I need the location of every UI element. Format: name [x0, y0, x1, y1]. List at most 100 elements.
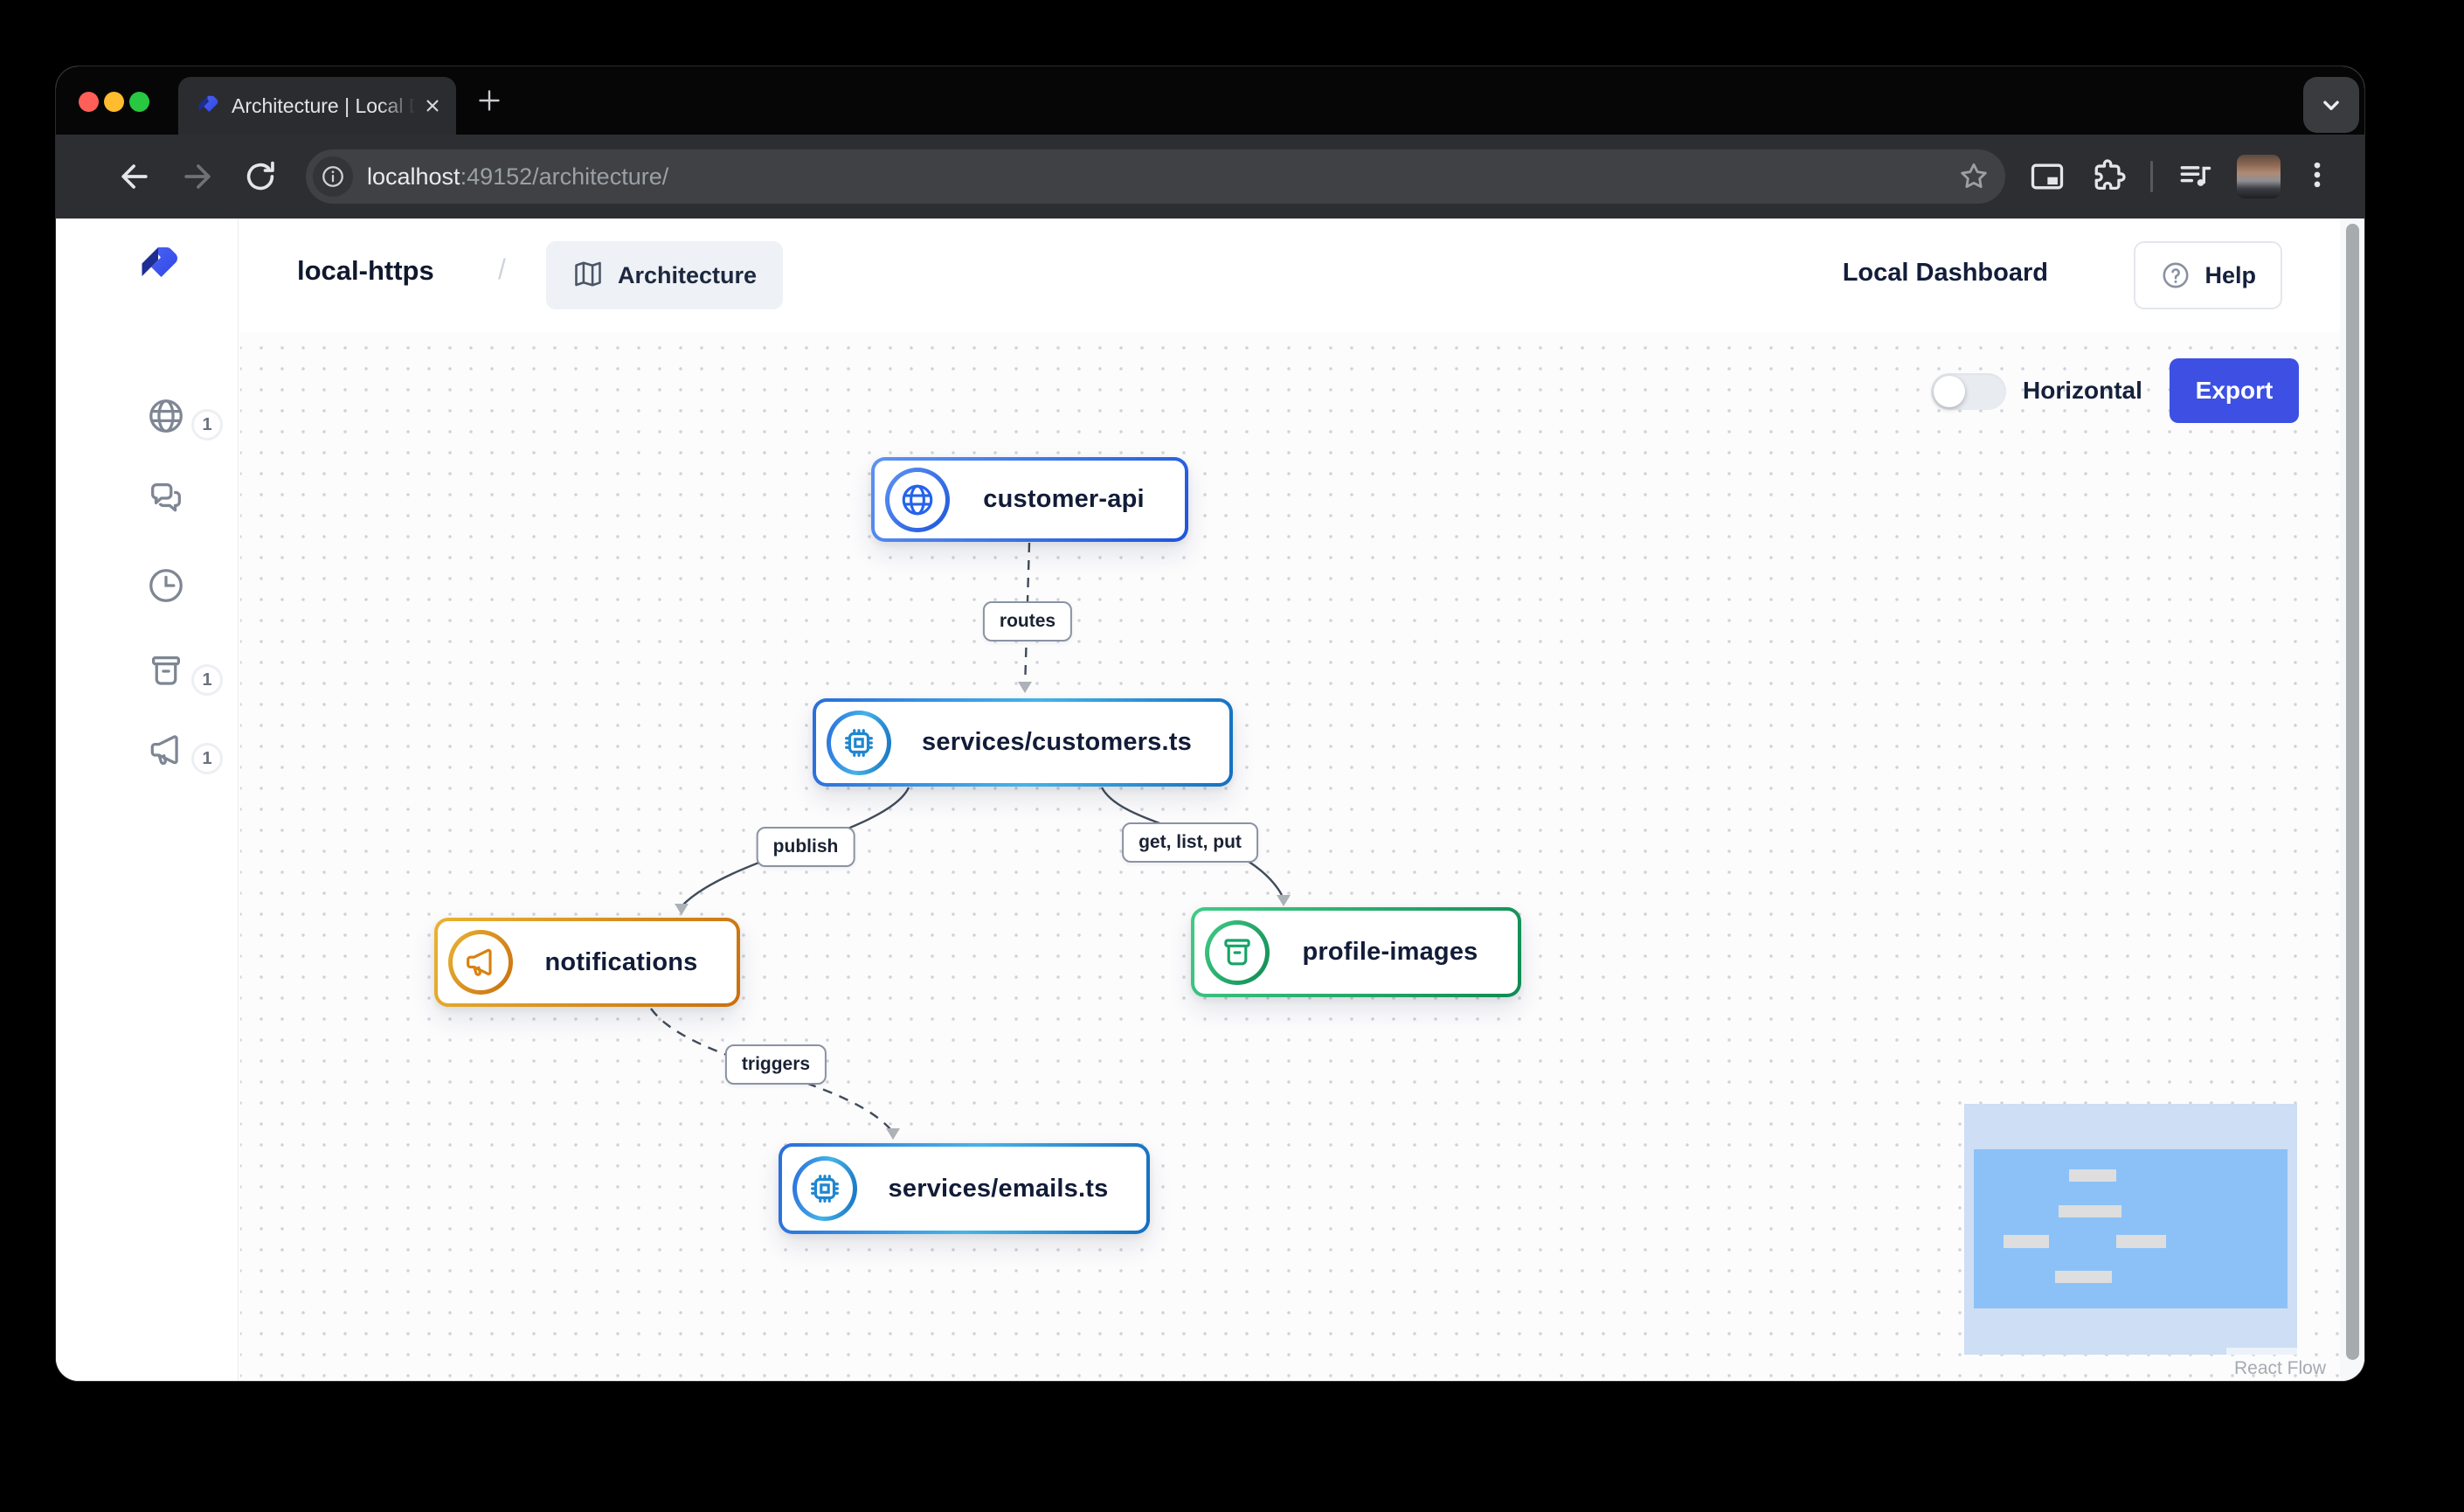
arrowhead [1277, 895, 1291, 906]
chip-icon [827, 711, 891, 775]
help-button-label: Help [2204, 262, 2256, 289]
dashboard-title: Local Dashboard [1843, 259, 2048, 288]
back-button[interactable] [115, 157, 154, 196]
media-controls-button[interactable] [2176, 157, 2214, 196]
minimap-node [2116, 1235, 2166, 1248]
bucket-icon [1205, 920, 1270, 985]
question-mark-icon [2160, 260, 2191, 291]
tab-close-icon[interactable] [421, 94, 444, 117]
node-services-customers[interactable]: services/customers.ts [813, 698, 1233, 787]
tab-bar: Architecture | Local Dashboard [56, 66, 2364, 135]
new-tab-button[interactable] [474, 85, 505, 116]
edge-label-get-list-put: get, list, put [1122, 822, 1258, 863]
toolbar-separator [2150, 161, 2153, 192]
edge-label-triggers: triggers [725, 1044, 827, 1085]
arrowhead [675, 904, 689, 915]
arrowhead [1018, 682, 1032, 693]
minimap[interactable] [1964, 1104, 2297, 1355]
clock-icon [146, 565, 186, 606]
reload-icon [241, 157, 280, 196]
page-scrollbar[interactable] [2340, 218, 2364, 1381]
puzzle-icon [2089, 157, 2128, 196]
site-info-button[interactable] [313, 156, 353, 197]
browser-menu-button[interactable] [2300, 157, 2335, 196]
window-minimize-button[interactable] [104, 92, 124, 112]
help-button[interactable]: Help [2134, 241, 2282, 309]
minimap-node [2004, 1235, 2049, 1248]
browser-window: Architecture | Local Dashboard [56, 66, 2364, 1381]
url-host: localhost [367, 163, 460, 190]
node-customer-api[interactable]: customer-api [871, 457, 1188, 542]
chevron-down-icon [2316, 90, 2346, 120]
node-label: profile-images [1270, 938, 1518, 967]
architecture-nav-label: Architecture [618, 262, 757, 289]
minimap-node [2055, 1271, 2112, 1283]
node-notifications[interactable]: notifications [434, 918, 740, 1007]
minimap-viewport[interactable] [1974, 1149, 2288, 1308]
architecture-nav-button[interactable]: Architecture [546, 241, 783, 309]
sidebar-badge: 1 [191, 409, 223, 440]
globe-icon [885, 468, 950, 532]
browser-toolbar: localhost:49152/architecture/ [56, 135, 2364, 218]
three-dot-menu-icon [2300, 157, 2335, 192]
react-flow-attribution: React Flow [2234, 1358, 2326, 1379]
page-content: local-https / Architecture Local Dashboa… [56, 218, 2364, 1381]
picture-in-picture-button[interactable] [2028, 157, 2066, 196]
node-label: customer-api [950, 485, 1185, 514]
forward-button[interactable] [178, 157, 217, 196]
megaphone-icon [448, 930, 513, 995]
edge-label-routes: routes [983, 601, 1072, 642]
url-text[interactable]: localhost:49152/architecture/ [367, 163, 1956, 191]
horizontal-toggle[interactable] [1931, 373, 2006, 410]
left-sidebar: 1 1 1 [56, 218, 239, 1381]
architecture-canvas[interactable]: routes publish get, list, put triggers c… [240, 332, 2340, 1381]
forward-arrow-icon [178, 157, 217, 196]
encore-favicon [194, 93, 220, 119]
tab-search-button[interactable] [2303, 77, 2359, 133]
project-name: local-https [297, 255, 434, 287]
bucket-icon [146, 651, 186, 691]
sidebar-item-storage[interactable]: 1 [146, 651, 186, 691]
sidebar-item-pubsub[interactable]: 1 [146, 730, 186, 770]
encore-logo[interactable] [133, 241, 182, 290]
minimap-overlay [2226, 1348, 2297, 1355]
info-icon [320, 163, 346, 190]
chip-icon [792, 1156, 857, 1221]
edge-label-publish: publish [757, 827, 855, 867]
sidebar-item-requests[interactable] [146, 478, 186, 518]
node-services-emails[interactable]: services/emails.ts [779, 1143, 1150, 1234]
sidebar-badge: 1 [191, 743, 223, 774]
address-bar[interactable]: localhost:49152/architecture/ [306, 149, 2005, 204]
url-path: :49152/architecture/ [460, 163, 669, 190]
tab-title: Architecture | Local Dashboard [232, 94, 421, 118]
picture-in-picture-icon [2028, 157, 2066, 196]
profile-avatar[interactable] [2237, 155, 2281, 198]
window-zoom-button[interactable] [129, 92, 149, 112]
map-icon [572, 260, 604, 291]
globe-icon [146, 396, 186, 436]
arrowhead [886, 1128, 900, 1140]
export-button[interactable]: Export [2170, 358, 2299, 423]
horizontal-toggle-label: Horizontal [2023, 377, 2142, 405]
playlist-music-icon [2176, 157, 2214, 196]
minimap-node [2059, 1205, 2121, 1217]
node-profile-images[interactable]: profile-images [1191, 907, 1521, 997]
minimap-node [2069, 1169, 2116, 1182]
browser-tab[interactable]: Architecture | Local Dashboard [178, 77, 456, 135]
app-header: local-https / Architecture Local Dashboa… [56, 218, 2340, 332]
node-label: notifications [513, 948, 737, 977]
sidebar-item-traces[interactable] [146, 565, 186, 606]
back-arrow-icon [115, 157, 154, 196]
node-label: services/emails.ts [857, 1175, 1146, 1203]
scrollbar-thumb[interactable] [2346, 224, 2359, 1360]
extensions-button[interactable] [2089, 157, 2128, 196]
megaphone-icon [146, 730, 186, 770]
bookmark-star-icon[interactable] [1956, 159, 1991, 194]
breadcrumb-separator: / [498, 253, 506, 286]
chat-icon [146, 478, 186, 518]
window-close-button[interactable] [79, 92, 99, 112]
toggle-knob[interactable] [1934, 376, 1965, 407]
sidebar-item-api-explorer[interactable]: 1 [146, 396, 186, 436]
node-label: services/customers.ts [891, 728, 1229, 757]
reload-button[interactable] [241, 157, 280, 196]
